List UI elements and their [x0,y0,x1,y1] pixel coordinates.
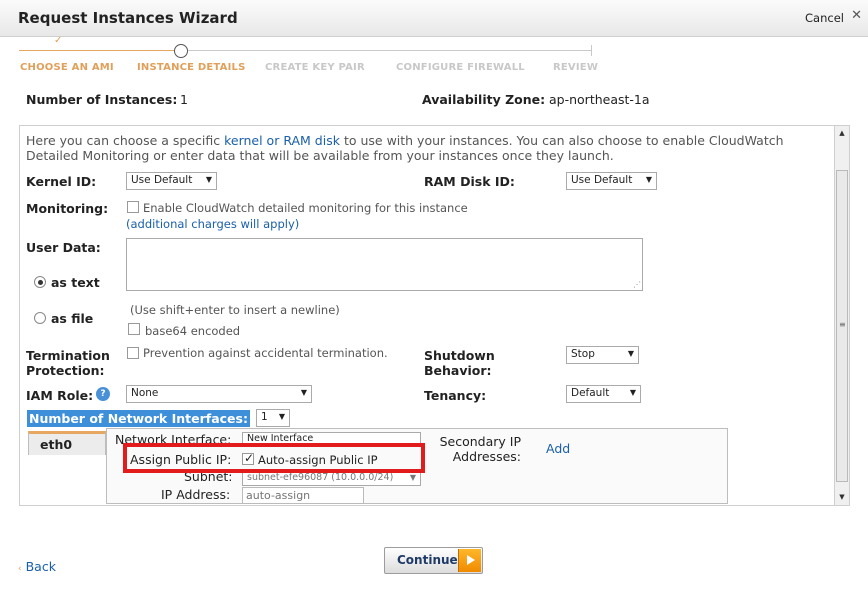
progress-line-done [19,50,175,51]
tenancy-label: Tenancy: [424,388,487,403]
chevron-down-icon: ▼ [645,175,652,184]
num-instances-value: 1 [180,92,188,107]
chevron-down-icon: ▼ [627,349,634,358]
intro-part1: Here you can choose a specific [26,133,225,148]
as-text-label: as text [51,275,100,290]
scroll-down-icon[interactable]: ▼ [835,490,849,505]
chevron-left-icon: ‹ [18,564,22,574]
grip-icon: ≡ [839,320,846,329]
network-interfaces-label: Number of Network Interfaces: [27,410,250,427]
highlight-annotation [123,443,425,473]
chevron-down-icon: ▼ [205,175,212,184]
termination-label-line1: Termination [26,348,110,363]
close-icon[interactable]: ✕ [851,8,862,23]
iam-role-select[interactable]: None ▼ [126,385,312,403]
tab-eth0-label: eth0 [40,437,73,452]
kernel-id-value: Use Default [131,174,193,186]
kernel-id-select[interactable]: Use Default ▼ [126,172,217,190]
step-instance-details: INSTANCE DETAILS [137,62,246,73]
kernel-id-label: Kernel ID: [26,174,97,189]
chevron-down-icon: ▼ [629,388,636,397]
arrow-right-icon [458,549,481,572]
subnet-select[interactable]: subnet-efe96087 (10.0.0.0/24) ▼ [242,471,421,486]
network-interfaces-count: 1 [261,411,268,423]
back-link[interactable]: ‹ Back [18,559,56,574]
shutdown-label-line1: Shutdown [424,348,495,363]
intro-part2: to use with your instances. You can also… [339,133,784,148]
ip-address-label: IP Address: [161,487,231,502]
termination-label-line2: Protection: [26,363,105,378]
step-choose-ami: CHOOSE AN AMI [20,62,114,73]
availability-zone-value: ap-northeast-1a [549,92,650,107]
scroll-up-icon[interactable]: ▲ [835,126,849,141]
as-text-radio[interactable] [34,276,46,288]
continue-button[interactable]: Continue [384,547,483,574]
intro-line2: Detailed Monitoring or enter data that w… [26,148,614,163]
step-create-key-pair: CREATE KEY PAIR [265,62,365,73]
shutdown-behavior-select[interactable]: Stop ▼ [566,346,639,364]
back-label: Back [25,559,56,574]
scrollbar[interactable]: ▲ ≡ ▼ [834,125,850,506]
progress-end-tick [591,45,592,56]
termination-checkbox-label: Prevention against accidental terminatio… [143,346,388,360]
user-data-hint: (Use shift+enter to insert a newline) [130,303,340,317]
base64-label: base64 encoded [145,324,241,338]
termination-checkbox[interactable] [127,347,139,359]
add-secondary-ip-link[interactable]: Add [546,441,570,456]
cancel-button[interactable]: Cancel [805,11,844,25]
termination-protection-label: Termination Protection: [26,348,110,378]
additional-charges-link[interactable]: (additional charges will apply) [126,217,299,231]
availability-zone-label: Availability Zone: [422,92,546,107]
intro-text: Here you can choose a specific kernel or… [26,133,826,163]
help-icon[interactable]: ? [96,387,110,401]
ram-disk-id-label: RAM Disk ID: [424,174,515,189]
ram-disk-id-select[interactable]: Use Default ▼ [566,172,657,190]
monitoring-checkbox[interactable] [127,201,139,213]
ram-disk-id-value: Use Default [571,174,633,186]
window-title: Request Instances Wizard [18,9,238,27]
secondary-ip-label-line2: Addresses: [452,449,521,464]
iam-role-value: None [131,387,159,399]
step-configure-firewall: CONFIGURE FIREWALL [396,62,525,73]
monitoring-label: Monitoring: [26,201,109,216]
base64-checkbox[interactable] [128,323,140,335]
resize-grip-icon[interactable]: ⋰ [633,280,641,289]
secondary-ip-label-line1: Secondary IP [439,434,521,449]
ip-address-input[interactable] [242,487,364,504]
as-file-radio[interactable] [34,312,46,324]
monitoring-checkbox-label: Enable CloudWatch detailed monitoring fo… [143,201,468,215]
chevron-down-icon: ▼ [409,473,416,482]
kernel-ramdisk-link[interactable]: kernel or RAM disk [224,133,340,148]
tab-eth0[interactable]: eth0 [28,431,106,455]
step-review: REVIEW [553,62,599,73]
continue-label: Continue [397,553,458,567]
progress-line-pending [188,50,592,51]
tenancy-select[interactable]: Default ▼ [566,385,641,403]
user-data-label: User Data: [26,240,101,255]
network-interfaces-count-select[interactable]: 1 ▼ [256,409,290,427]
subnet-value: subnet-efe96087 (10.0.0.0/24) [247,472,394,483]
shutdown-behavior-label: Shutdown Behavior: [424,348,495,378]
iam-role-label: IAM Role: [26,388,94,403]
as-file-label: as file [51,311,94,326]
current-step-circle-icon [174,44,188,58]
user-data-textarea[interactable] [126,238,643,291]
shutdown-behavior-value: Stop [571,348,595,360]
secondary-ip-label: Secondary IP Addresses: [439,434,521,464]
num-instances-label: Number of Instances: [26,92,178,107]
chevron-down-icon: ▼ [278,412,285,421]
title-bar: Request Instances Wizard Cancel ✕ [0,0,868,37]
step-done-check-icon: ✓ [54,35,63,46]
scroll-thumb[interactable]: ≡ [836,170,848,482]
tenancy-value: Default [571,387,610,399]
chevron-down-icon: ▼ [300,388,307,397]
shutdown-label-line2: Behavior: [424,363,492,378]
